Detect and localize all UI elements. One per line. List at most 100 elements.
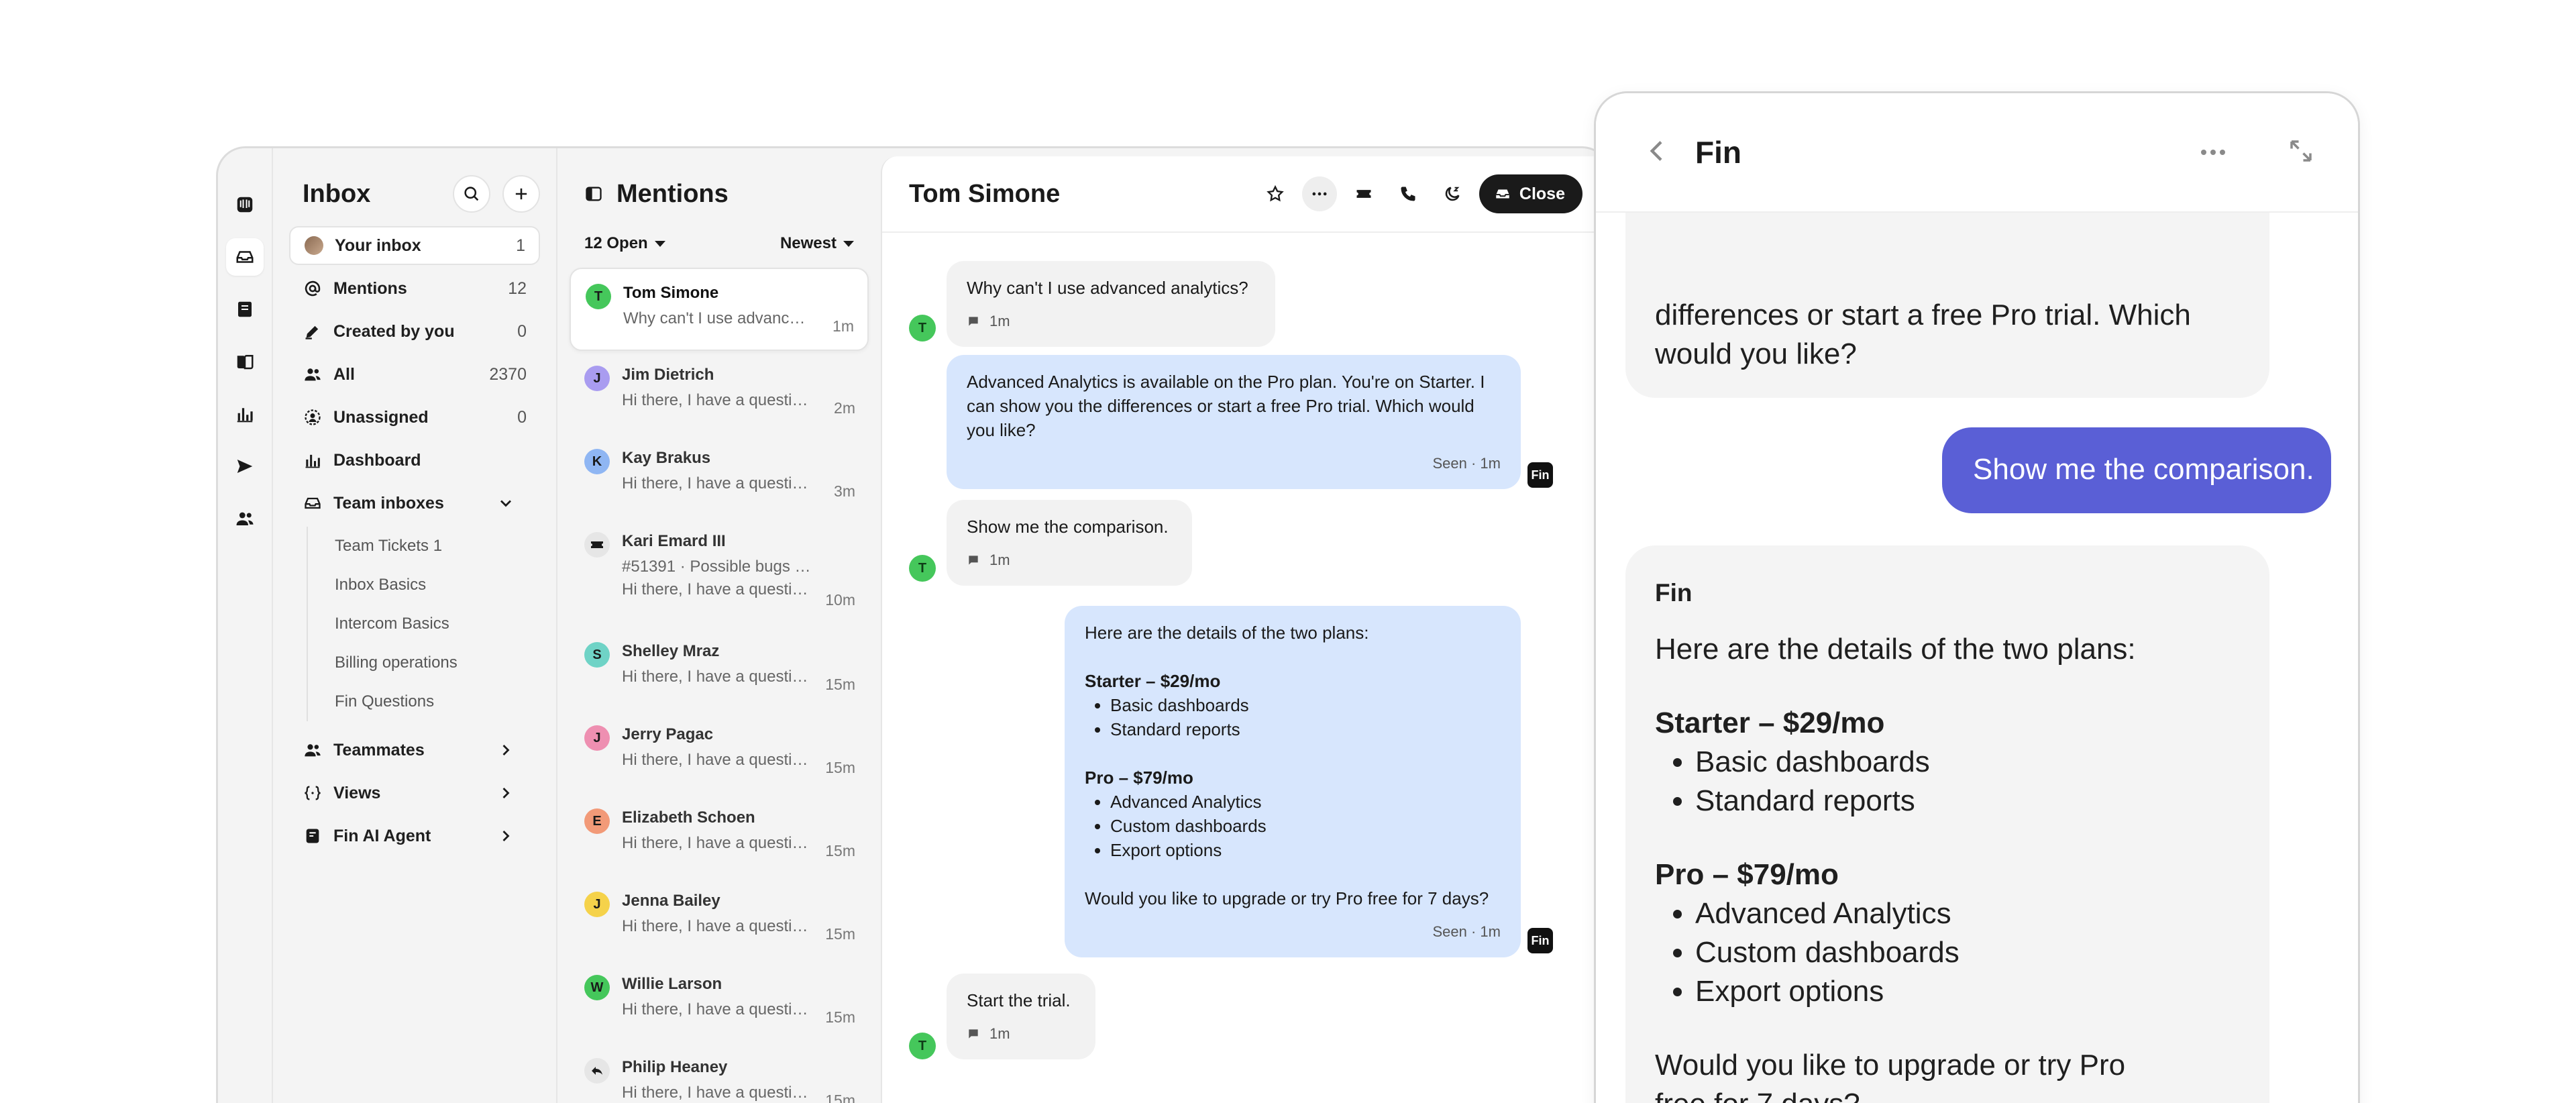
team-inbox-item[interactable]: Inbox Basics bbox=[335, 566, 540, 605]
star-icon bbox=[1267, 185, 1284, 202]
avatar: S bbox=[584, 642, 610, 668]
icon-rail bbox=[218, 148, 272, 1103]
team-inbox-item[interactable]: Intercom Basics bbox=[335, 605, 540, 643]
inbox-sidebar: Inbox Your inbox 1 Mentions 12 Created b… bbox=[272, 148, 556, 1103]
more-dots-icon[interactable] bbox=[2197, 136, 2229, 168]
sidebar-item-dashboard[interactable]: Dashboard bbox=[289, 441, 540, 480]
more-dots-icon bbox=[1312, 192, 1327, 196]
incoming-message: Start the trial. 1m bbox=[947, 974, 1095, 1059]
conversation-item[interactable]: K Kay Brakus Hi there, I have a question… bbox=[570, 434, 869, 517]
reports-chart-icon[interactable] bbox=[226, 395, 264, 433]
sidebar-item-all[interactable]: All 2370 bbox=[289, 355, 540, 394]
team-inbox-item[interactable]: Team Tickets 1 bbox=[335, 527, 540, 566]
chat-bubble-icon bbox=[969, 1029, 978, 1039]
team-people-icon[interactable] bbox=[226, 500, 264, 537]
conversation-title: Tom Simone bbox=[909, 179, 1061, 208]
conversation-item[interactable]: J Jerry Pagac Hi there, I have a questio… bbox=[570, 711, 869, 794]
ticket-icon bbox=[584, 532, 610, 558]
chevron-right-icon bbox=[496, 826, 516, 846]
views-braces-icon bbox=[303, 783, 323, 803]
outbound-send-icon[interactable] bbox=[226, 448, 264, 485]
expand-button[interactable] bbox=[2287, 137, 2315, 168]
star-button[interactable] bbox=[1258, 176, 1293, 211]
chevron-down-icon bbox=[496, 493, 516, 513]
caret-down-icon bbox=[654, 241, 665, 248]
sort-dropdown[interactable]: Newest bbox=[780, 234, 854, 253]
workspace-logo-icon[interactable] bbox=[226, 186, 264, 223]
new-conversation-button[interactable] bbox=[502, 175, 540, 213]
people-icon bbox=[303, 364, 323, 384]
phone-icon bbox=[1401, 187, 1415, 201]
sidebar-item-views[interactable]: Views bbox=[289, 774, 540, 812]
conversation-item[interactable]: Philip Heaney Hi there, I have a questio… bbox=[570, 1043, 869, 1103]
sidebar-item-mentions[interactable]: Mentions 12 bbox=[289, 269, 540, 308]
fin-title: Fin bbox=[1695, 135, 1741, 170]
incoming-message: Show me the comparison. 1m bbox=[947, 500, 1192, 586]
convert-to-ticket-button[interactable] bbox=[1346, 176, 1381, 211]
people-icon bbox=[303, 740, 323, 760]
close-conversation-button[interactable]: Close bbox=[1479, 174, 1582, 213]
chat-bubble-icon bbox=[969, 317, 978, 326]
conversation-item[interactable]: Kari Emard III #51391 · Possible bugs wi… bbox=[570, 517, 869, 627]
sidebar-item-unassigned[interactable]: Unassigned 0 bbox=[289, 398, 540, 437]
conversation-item[interactable]: J Jim Dietrich Hi there, I have a questi… bbox=[570, 351, 869, 434]
conversation-item[interactable]: T Tom Simone Why can't I use advanced an… bbox=[570, 268, 869, 351]
conversation-item[interactable]: E Elizabeth Schoen Hi there, I have a qu… bbox=[570, 794, 869, 877]
chevron-left-icon bbox=[1650, 140, 1662, 161]
conversation-item[interactable]: J Jenna Bailey Hi there, I have a questi… bbox=[570, 877, 869, 960]
inbox-icon[interactable] bbox=[226, 238, 264, 276]
chevron-right-icon bbox=[496, 740, 516, 760]
reply-arrow-icon bbox=[584, 1058, 610, 1084]
conversation-item[interactable]: S Shelley Mraz Hi there, I have a questi… bbox=[570, 627, 869, 711]
team-inbox-item[interactable]: Fin Questions bbox=[335, 682, 540, 721]
search-icon bbox=[464, 187, 479, 201]
conversation-pane: Tom Simone Close Why can't I use advance… bbox=[881, 156, 1609, 1103]
open-filter-dropdown[interactable]: 12 Open bbox=[584, 234, 665, 253]
outgoing-message: Here are the details of the two plans: S… bbox=[1065, 606, 1521, 957]
user-avatar bbox=[305, 236, 323, 255]
inbox-title: Inbox bbox=[303, 179, 371, 208]
sidebar-item-team-inboxes[interactable]: Team inboxes bbox=[289, 484, 540, 523]
sidebar-item-fin-ai-agent[interactable]: Fin AI Agent bbox=[289, 817, 540, 855]
sidebar-item-teammates[interactable]: Teammates bbox=[289, 731, 540, 770]
bot-message: Fin Here are the details of the two plan… bbox=[1625, 545, 2269, 1103]
inbox-app-window: Inbox Your inbox 1 Mentions 12 Created b… bbox=[216, 146, 1611, 1103]
knowledge-book-icon[interactable] bbox=[226, 343, 264, 380]
tray-icon bbox=[303, 493, 323, 513]
call-button[interactable] bbox=[1391, 176, 1426, 211]
moon-snooze-icon bbox=[1445, 187, 1460, 201]
user-message: Show me the comparison. bbox=[1942, 427, 2331, 513]
fin-agent-icon bbox=[303, 826, 323, 846]
pen-icon bbox=[303, 321, 323, 342]
avatar: T bbox=[586, 284, 611, 309]
sidebar-item-your-inbox[interactable]: Your inbox 1 bbox=[289, 226, 540, 265]
sender-name: Fin bbox=[1655, 579, 1693, 607]
caret-down-icon bbox=[843, 241, 854, 248]
chat-bubble-icon bbox=[969, 556, 978, 565]
plus-icon bbox=[515, 188, 527, 200]
avatar: J bbox=[584, 725, 610, 751]
bar-chart-icon bbox=[303, 450, 323, 470]
fin-badge: Fin bbox=[1527, 928, 1553, 953]
ticket-icon bbox=[1356, 190, 1371, 198]
sidebar-toggle-icon[interactable] bbox=[584, 185, 603, 203]
at-sign-icon bbox=[303, 278, 323, 299]
sidebar-item-created-by-you[interactable]: Created by you 0 bbox=[289, 312, 540, 351]
avatar: J bbox=[584, 892, 610, 917]
snooze-button[interactable] bbox=[1435, 176, 1470, 211]
team-inbox-item[interactable]: Billing operations bbox=[335, 643, 540, 682]
expand-arrows-icon bbox=[2290, 140, 2312, 162]
conversation-item[interactable]: W Willie Larson Hi there, I have a quest… bbox=[570, 960, 869, 1043]
list-title: Mentions bbox=[616, 179, 729, 208]
conversation-list: Mentions 12 Open Newest T Tom Simone Why… bbox=[556, 148, 881, 1103]
back-button[interactable] bbox=[1644, 138, 1671, 168]
more-options-button[interactable] bbox=[1301, 176, 1337, 211]
contacts-book-icon[interactable] bbox=[226, 291, 264, 328]
fin-badge: Fin bbox=[1527, 462, 1553, 488]
avatar: J bbox=[584, 366, 610, 391]
incoming-message: Why can't I use advanced analytics? 1m bbox=[947, 261, 1275, 347]
search-button[interactable] bbox=[453, 175, 490, 213]
chevron-right-icon bbox=[496, 783, 516, 803]
avatar: T bbox=[909, 1033, 936, 1059]
fin-messenger-panel: Fin differences or start a free Pro tria… bbox=[1594, 91, 2360, 1103]
